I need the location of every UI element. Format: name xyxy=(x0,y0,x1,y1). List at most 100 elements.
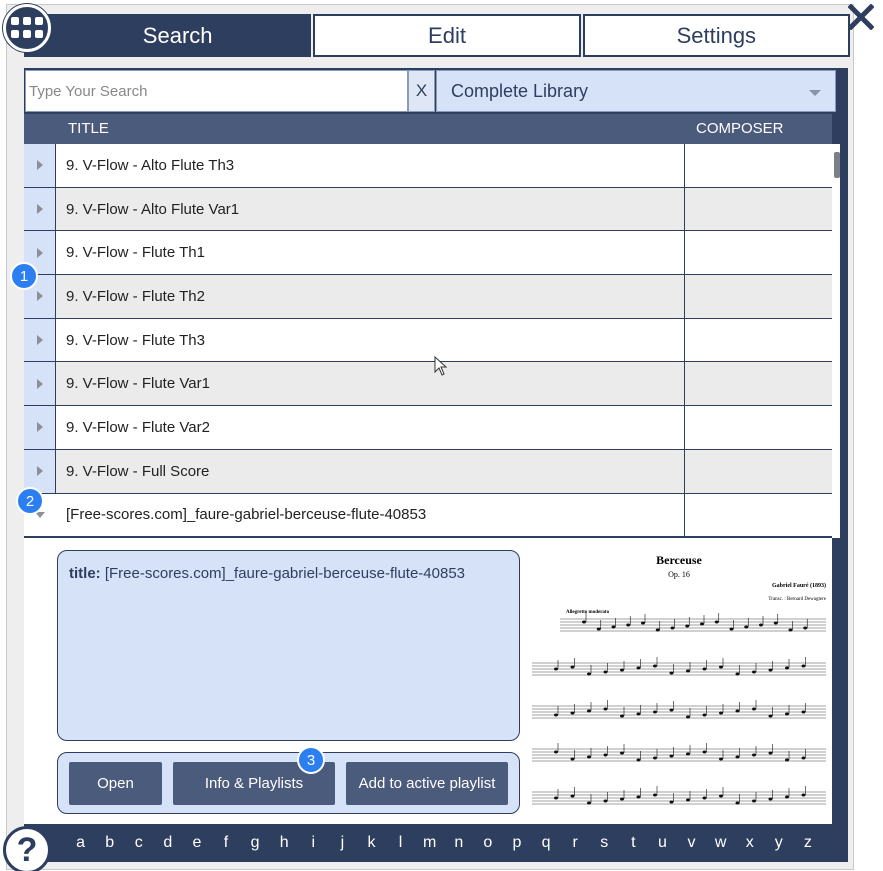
tab-edit[interactable]: Edit xyxy=(313,14,581,57)
score-staves xyxy=(532,613,826,805)
row-composer[interactable] xyxy=(685,449,832,493)
letter-r[interactable]: r xyxy=(561,834,590,852)
letter-d[interactable]: d xyxy=(153,834,182,852)
row-composer[interactable] xyxy=(685,144,832,187)
caret-right-icon xyxy=(36,291,43,302)
info-title-value: [Free-scores.com]_faure-gabriel-berceuse… xyxy=(104,565,466,582)
score-transcriber: Transc. : Bernard Dewagtere xyxy=(768,597,826,602)
expand-row-button[interactable] xyxy=(24,144,56,187)
table-row[interactable]: 9. V-Flow - Flute Var2 xyxy=(24,406,832,450)
letter-b[interactable]: b xyxy=(95,834,124,852)
close-button[interactable] xyxy=(846,2,876,32)
row-title[interactable]: 9. V-Flow - Flute Th3 xyxy=(56,318,685,362)
search-bar: X Complete Library xyxy=(24,68,838,114)
row-title[interactable]: 9. V-Flow - Flute Var1 xyxy=(56,362,685,406)
search-input[interactable] xyxy=(25,70,408,112)
row-title[interactable]: 9. V-Flow - Flute Th2 xyxy=(56,275,685,318)
letter-o[interactable]: o xyxy=(473,834,502,852)
table-row[interactable]: 9. V-Flow - Flute Var1 xyxy=(24,362,832,407)
help-button[interactable]: ? xyxy=(3,826,51,871)
letter-n[interactable]: n xyxy=(444,834,473,852)
score-list: 9. V-Flow - Alto Flute Th3 9. V-Flow - A… xyxy=(24,144,832,538)
table-row[interactable]: 9. V-Flow - Full Score xyxy=(24,449,832,494)
info-title-key: title: xyxy=(69,565,101,582)
letter-q[interactable]: q xyxy=(532,834,561,852)
scrollbar-thumb[interactable] xyxy=(834,152,840,178)
table-row[interactable]: 9. V-Flow - Flute Th2 xyxy=(24,275,832,319)
row-title[interactable]: 9. V-Flow - Flute Var2 xyxy=(56,406,685,449)
row-title[interactable]: 9. V-Flow - Alto Flute Var1 xyxy=(56,187,685,231)
row-composer[interactable] xyxy=(685,318,832,362)
table-row[interactable]: 9. V-Flow - Alto Flute Var1 xyxy=(24,187,832,232)
tab-search[interactable]: Search xyxy=(24,14,312,57)
table-header: TITLE COMPOSER xyxy=(24,114,832,144)
letter-t[interactable]: t xyxy=(619,834,648,852)
score-info-box: title: [Free-scores.com]_faure-gabriel-b… xyxy=(57,550,520,741)
letter-g[interactable]: g xyxy=(241,834,270,852)
table-row-expanded[interactable]: [Free-scores.com]_faure-gabriel-berceuse… xyxy=(24,493,832,538)
row-composer[interactable] xyxy=(685,362,832,406)
letter-l[interactable]: l xyxy=(386,834,415,852)
grid-icon xyxy=(11,17,43,38)
help-icon: ? xyxy=(16,830,38,869)
expand-row-button[interactable] xyxy=(24,187,56,231)
sheet-music-thumbnail: Berceuse Op. 16 Gabriel Fauré (1893) Tra… xyxy=(532,553,827,805)
score-composer: Gabriel Fauré (1893) xyxy=(772,582,826,589)
library-select-value: Complete Library xyxy=(451,80,589,101)
letter-a[interactable]: a xyxy=(66,834,95,852)
table-row[interactable]: 9. V-Flow - Alto Flute Th3 xyxy=(24,144,832,188)
expand-row-button[interactable] xyxy=(24,318,56,362)
column-header-title[interactable]: TITLE xyxy=(68,120,109,137)
chevron-down-icon xyxy=(809,90,821,96)
table-row[interactable]: 9. V-Flow - Flute Th3 xyxy=(24,318,832,363)
row-composer[interactable] xyxy=(685,187,832,231)
letter-i[interactable]: i xyxy=(299,834,328,852)
letter-s[interactable]: s xyxy=(590,834,619,852)
letter-m[interactable]: m xyxy=(415,834,444,852)
expand-row-button[interactable] xyxy=(24,406,56,449)
clear-search-button[interactable]: X xyxy=(408,70,435,112)
letter-p[interactable]: p xyxy=(502,834,531,852)
row-title[interactable]: 9. V-Flow - Alto Flute Th3 xyxy=(56,144,685,187)
row-composer[interactable] xyxy=(685,406,832,449)
table-row[interactable]: 9. V-Flow - Flute Th1 xyxy=(24,231,832,276)
score-opus: Op. 16 xyxy=(668,570,690,579)
letter-x[interactable]: x xyxy=(735,834,764,852)
letter-u[interactable]: u xyxy=(648,834,677,852)
caret-right-icon xyxy=(36,247,43,258)
list-scrollbar[interactable] xyxy=(832,144,840,538)
letter-f[interactable]: f xyxy=(211,834,240,852)
score-tempo: Allegretto moderato xyxy=(566,610,610,615)
letter-k[interactable]: k xyxy=(357,834,386,852)
step-badge-2: 2 xyxy=(16,487,44,515)
caret-right-icon xyxy=(36,335,43,346)
caret-right-icon xyxy=(36,378,43,389)
apps-menu-button[interactable] xyxy=(3,4,51,52)
caret-right-icon xyxy=(36,204,43,215)
letter-v[interactable]: v xyxy=(677,834,706,852)
letter-z[interactable]: z xyxy=(793,834,822,852)
row-title[interactable]: 9. V-Flow - Flute Th1 xyxy=(56,231,685,275)
letter-c[interactable]: c xyxy=(124,834,153,852)
row-composer[interactable] xyxy=(685,231,832,275)
row-composer[interactable] xyxy=(685,493,832,537)
letter-j[interactable]: j xyxy=(328,834,357,852)
open-button[interactable]: Open xyxy=(69,762,162,805)
score-heading: Berceuse xyxy=(656,553,702,567)
mouse-cursor-icon xyxy=(434,356,448,376)
row-title[interactable]: [Free-scores.com]_faure-gabriel-berceuse… xyxy=(56,493,685,537)
score-preview[interactable]: Berceuse Op. 16 Gabriel Fauré (1893) Tra… xyxy=(530,544,832,824)
tab-settings[interactable]: Settings xyxy=(582,14,850,57)
row-composer[interactable] xyxy=(685,275,832,318)
row-title[interactable]: 9. V-Flow - Full Score xyxy=(56,449,685,493)
letter-h[interactable]: h xyxy=(270,834,299,852)
column-header-composer[interactable]: COMPOSER xyxy=(696,120,784,137)
expand-row-button[interactable] xyxy=(24,362,56,406)
action-button-group: Open Info & Playlists Add to active play… xyxy=(57,752,520,814)
library-select[interactable]: Complete Library xyxy=(436,70,836,112)
letter-e[interactable]: e xyxy=(182,834,211,852)
library-frame: X Complete Library TITLE COMPOSER 9. V-F… xyxy=(24,68,848,862)
add-to-playlist-button[interactable]: Add to active playlist xyxy=(346,762,508,805)
letter-w[interactable]: w xyxy=(706,834,735,852)
letter-y[interactable]: y xyxy=(764,834,793,852)
